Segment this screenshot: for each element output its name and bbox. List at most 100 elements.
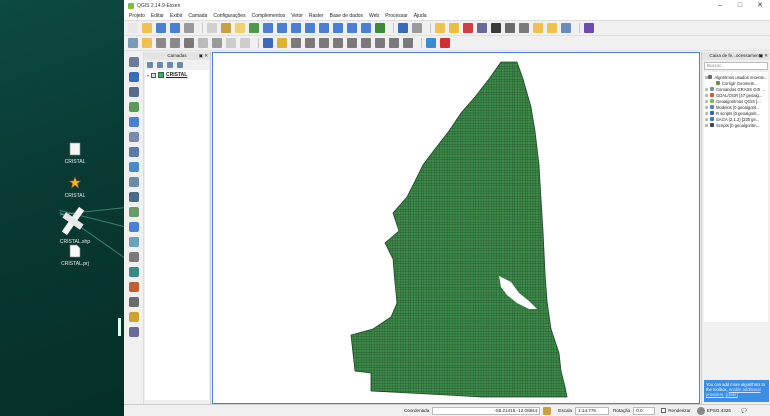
toolbar-button-icon[interactable] [426, 38, 436, 48]
add-layer-tool-icon[interactable] [128, 192, 139, 202]
toolbar-button-icon[interactable] [533, 23, 543, 33]
toolbar-button-icon[interactable] [375, 23, 385, 33]
menu-item[interactable]: Editar [148, 13, 167, 19]
toolbar-button-icon[interactable] [347, 38, 357, 48]
toolbar-button-icon[interactable] [463, 23, 473, 33]
add-layer-tool-icon[interactable] [128, 207, 139, 217]
menu-item[interactable]: Raster [306, 13, 327, 19]
menu-item[interactable]: Processar [382, 13, 411, 19]
toolbar-button-icon[interactable] [221, 23, 231, 33]
menu-item[interactable]: Complementos [249, 13, 289, 19]
add-layer-tool-icon[interactable] [128, 177, 139, 187]
toolbar-button-icon[interactable] [128, 38, 138, 48]
toolbar-button-icon[interactable] [184, 38, 194, 48]
add-layer-tool-icon[interactable] [128, 252, 139, 262]
toolbar-button-icon[interactable] [319, 23, 329, 33]
coordinate-field[interactable]: -55.21415,-12.08844 [432, 406, 541, 415]
coordinate-toggle-icon[interactable] [543, 406, 552, 415]
menu-item[interactable]: Camada [185, 13, 210, 19]
toolbar-button-icon[interactable] [128, 23, 138, 33]
toolbar-button-icon[interactable] [519, 23, 529, 33]
menu-item[interactable]: Web [366, 13, 382, 19]
toolbar-button-icon[interactable] [547, 23, 557, 33]
add-layer-tool-icon[interactable] [128, 267, 139, 277]
toolbar-button-icon[interactable] [435, 23, 445, 33]
render-checkbox[interactable] [661, 408, 667, 413]
add-layer-tool-icon[interactable] [128, 162, 139, 172]
layer-visibility-checkbox[interactable]: ✓ [151, 72, 157, 78]
add-layer-tool-icon[interactable] [128, 312, 139, 322]
menu-item[interactable]: Exibir [167, 13, 186, 19]
toolbar-button-icon[interactable] [361, 23, 371, 33]
add-layer-tool-icon[interactable] [128, 147, 139, 157]
menu-item[interactable]: Projeto [126, 13, 148, 19]
toolbar-button-icon[interactable] [347, 23, 357, 33]
desktop-icon-cristal-folder[interactable]: CRISTAL [58, 142, 92, 165]
toolbar-button-icon[interactable] [207, 23, 217, 33]
toolbar-button-icon[interactable] [375, 38, 385, 48]
toolbar-button-icon[interactable] [142, 23, 152, 33]
toolbox-item[interactable]: ⊞ Algoritmos usados recente... [705, 74, 767, 80]
panel-float-close-buttons[interactable]: ▣ ✕ [199, 52, 208, 60]
menu-item[interactable]: Ajuda [411, 13, 430, 19]
toolbar-button-icon[interactable] [170, 23, 180, 33]
add-layer-tool-icon[interactable] [128, 132, 139, 142]
toolbar-button-icon[interactable] [333, 38, 343, 48]
toolbar-button-icon[interactable] [398, 23, 408, 33]
toolbar-button-icon[interactable] [170, 38, 180, 48]
toolbar-button-icon[interactable] [240, 38, 250, 48]
toolbar-button-icon[interactable] [156, 23, 166, 33]
toolbar-button-icon[interactable] [333, 23, 343, 33]
toolbar-button-icon[interactable] [277, 38, 287, 48]
add-group-icon[interactable] [147, 62, 153, 68]
toolbar-button-icon[interactable] [491, 23, 501, 33]
toolbar-button-icon[interactable] [277, 23, 287, 33]
crs-label[interactable]: EPSG:4326 [707, 408, 731, 413]
toolbox-float-close-buttons[interactable]: ▣ ✕ [759, 52, 768, 60]
add-layer-tool-icon[interactable] [128, 282, 139, 292]
add-layer-tool-icon[interactable] [128, 57, 139, 67]
toolbar-button-icon[interactable] [305, 38, 315, 48]
desktop-icon-cristal-prj[interactable]: CRISTAL.prj [58, 244, 92, 267]
toolbar-button-icon[interactable] [263, 23, 273, 33]
map-canvas[interactable] [212, 52, 700, 404]
menu-item[interactable]: Vetor [288, 13, 306, 19]
toolbar-button-icon[interactable] [449, 23, 459, 33]
toolbar-button-icon[interactable] [584, 23, 594, 33]
toolbar-button-icon[interactable] [263, 38, 273, 48]
minimize-button[interactable]: – [710, 0, 730, 12]
add-layer-tool-icon[interactable] [128, 72, 139, 82]
rotation-field[interactable]: 0.0 [633, 406, 656, 415]
add-layer-tool-icon[interactable] [128, 327, 139, 337]
toolbar-button-icon[interactable] [319, 38, 329, 48]
toolbar-button-icon[interactable] [305, 23, 315, 33]
toolbar-button-icon[interactable] [477, 23, 487, 33]
close-button[interactable]: ✕ [750, 0, 770, 12]
add-layer-tool-icon[interactable] [128, 102, 139, 112]
expand-all-icon[interactable] [177, 62, 183, 68]
menu-item[interactable]: Base de dados [327, 13, 366, 19]
visibility-icon[interactable] [157, 62, 163, 68]
toolbar-button-icon[interactable] [389, 38, 399, 48]
toolbar-button-icon[interactable] [505, 23, 515, 33]
toolbar-button-icon[interactable] [156, 38, 166, 48]
toolbar-button-icon[interactable] [291, 23, 301, 33]
maximize-button[interactable]: □ [730, 0, 750, 12]
toolbar-button-icon[interactable] [412, 23, 422, 33]
toolbox-search-input[interactable]: Buscar... [704, 62, 768, 70]
cristal-polygon[interactable] [350, 61, 568, 398]
toolbar-button-icon[interactable] [198, 38, 208, 48]
add-layer-tool-icon[interactable] [128, 237, 139, 247]
add-layer-tool-icon[interactable] [128, 222, 139, 232]
messages-icon[interactable]: 💬 [741, 408, 747, 414]
layer-row-cristal[interactable]: ▾ ✓ CRISTAL [147, 72, 207, 78]
scale-combobox[interactable]: 1:14.776 [575, 406, 610, 415]
desktop-icon-cristal-shp[interactable]: CRISTAL.shp [58, 206, 92, 245]
filter-icon[interactable] [167, 62, 173, 68]
add-layer-tool-icon[interactable] [128, 87, 139, 97]
toolbar-button-icon[interactable] [403, 38, 413, 48]
toolbar-button-icon[interactable] [212, 38, 222, 48]
menu-item[interactable]: Configurações [210, 13, 248, 19]
toolbar-button-icon[interactable] [226, 38, 236, 48]
collapse-icon[interactable]: ▾ [147, 73, 149, 78]
